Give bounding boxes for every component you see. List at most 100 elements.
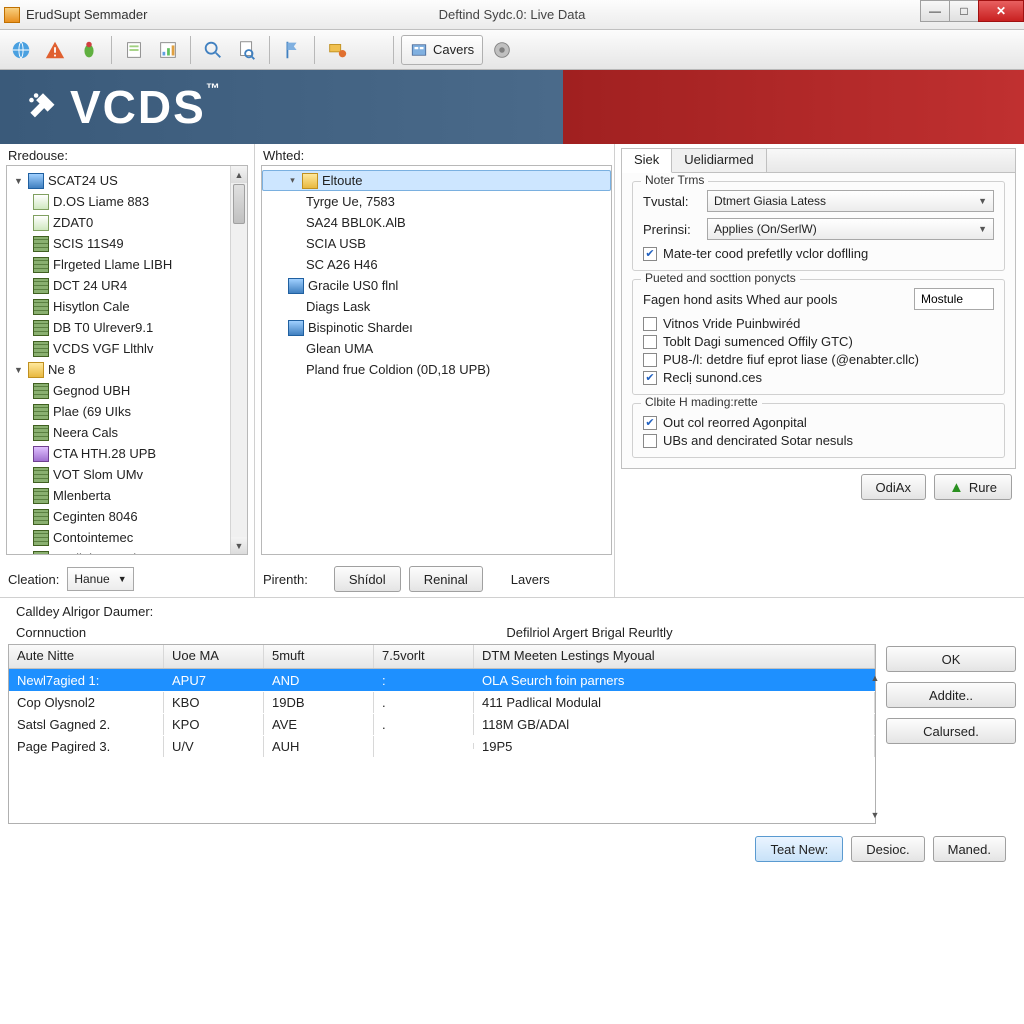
scroll-down-icon[interactable]: ▼ — [231, 537, 247, 554]
tree-item[interactable]: Glean UMA — [262, 338, 611, 359]
scroll-up-icon[interactable]: ▲ — [231, 166, 247, 183]
chk-ubs[interactable] — [643, 434, 657, 448]
tree-item[interactable]: ▼Ne 8 — [7, 359, 247, 380]
maned-button[interactable]: Maned. — [933, 836, 1006, 862]
teat-news-button[interactable]: Teat New: — [755, 836, 843, 862]
ok-button[interactable]: OK — [886, 646, 1016, 672]
stack-icon — [33, 404, 49, 420]
tool-icon[interactable] — [322, 35, 352, 65]
cavers-button[interactable]: Cavers — [401, 35, 483, 65]
cleation-label: Cleation: — [8, 572, 59, 587]
tree-item[interactable]: VCDS VGF Llthlv — [7, 338, 247, 359]
group-pueted-legend: Pueted and socttion ponycts — [641, 271, 800, 285]
tree-item[interactable]: SA24 BBL0K.AlB — [262, 212, 611, 233]
calursed-button[interactable]: Calursed. — [886, 718, 1016, 744]
tree-item[interactable]: Gegnod UBH — [7, 380, 247, 401]
tree-item[interactable]: SC A26 H46 — [262, 254, 611, 275]
cleation-combo[interactable]: Hanue▼ — [67, 567, 133, 591]
tree-item[interactable]: D.OS Liame 883 — [7, 191, 247, 212]
tree-item[interactable]: ZDAT0 — [7, 212, 247, 233]
sheet-icon[interactable] — [119, 35, 149, 65]
tree-item[interactable]: Appliaic Hettel — [7, 548, 247, 555]
tree-item[interactable]: Bispinotic Shardeı — [262, 317, 611, 338]
logo-icon — [20, 84, 66, 130]
col-2[interactable]: 5muft — [264, 645, 374, 668]
calldaer-label: Calldey Alrigor Daumer: — [16, 604, 153, 619]
warning-icon[interactable] — [40, 35, 70, 65]
table-row[interactable]: Cop Olysnol2KBO19DB.411 Padlical Modulal — [9, 691, 875, 713]
middle-tree[interactable]: ▾EltouteTyrge Ue, 7583SA24 BBL0K.AlBSCIA… — [261, 165, 612, 555]
col-0[interactable]: Aute Nitte — [9, 645, 164, 668]
shidol-button[interactable]: Shídol — [334, 566, 401, 592]
close-button[interactable]: ✕ — [978, 0, 1024, 22]
rure-button[interactable]: ▲Rure — [934, 474, 1012, 500]
brand-banner: VCDS™ — [0, 70, 1024, 144]
chk-out[interactable]: ✔ — [643, 416, 657, 430]
flag-icon[interactable] — [277, 35, 307, 65]
fagen-input[interactable] — [914, 288, 994, 310]
maximize-button[interactable]: □ — [949, 0, 979, 22]
chk-tobit[interactable] — [643, 335, 657, 349]
left-tree[interactable]: ▼SCAT24 USD.OS Liame 883ZDAT0SCIS 11S49F… — [6, 165, 248, 555]
reninal-button[interactable]: Reninal — [409, 566, 483, 592]
blue-icon — [28, 173, 44, 189]
gear-icon[interactable] — [487, 35, 517, 65]
blue-icon — [288, 320, 304, 336]
moon-icon[interactable] — [356, 35, 386, 65]
tree-item[interactable]: Plae (69 UIks — [7, 401, 247, 422]
chk-pu8[interactable] — [643, 353, 657, 367]
col-3[interactable]: 7.5vorlt — [374, 645, 474, 668]
globe-icon[interactable] — [6, 35, 36, 65]
tree-item[interactable]: CTA HTH.28 UPB — [7, 443, 247, 464]
tree-item[interactable]: Mlenberta — [7, 485, 247, 506]
col-4[interactable]: DTM Meeten Lestings Myoual — [474, 645, 875, 668]
tree-item[interactable]: VOT Slom UMv — [7, 464, 247, 485]
tab-siek[interactable]: Siek — [622, 149, 672, 173]
tree-item[interactable]: Contointemec — [7, 527, 247, 548]
lavers-label: Lavers — [511, 572, 550, 587]
tree-item[interactable]: DB T0 Ulrever9.1 — [7, 317, 247, 338]
table-row[interactable]: Page Pagired 3.U/VAUH19P5 — [9, 735, 875, 757]
tree-item[interactable]: Ceginten 8046 — [7, 506, 247, 527]
left-scrollbar[interactable]: ▲ ▼ — [230, 166, 247, 554]
scroll-thumb[interactable] — [233, 184, 245, 224]
left-pane: Rredouse: ▼SCAT24 USD.OS Liame 883ZDAT0S… — [0, 144, 255, 597]
tree-item[interactable]: Neera Cals — [7, 422, 247, 443]
tab-uelidiarmed[interactable]: Uelidiarmed — [672, 149, 766, 172]
results-table[interactable]: Aute Nitte Uoe MA 5muft 7.5vorlt DTM Mee… — [8, 644, 876, 824]
minimize-button[interactable]: — — [920, 0, 950, 22]
tree-item[interactable]: SCIS 11S49 — [7, 233, 247, 254]
tvustal-select[interactable]: Dtmert Giasia Latess▼ — [707, 190, 994, 212]
middle-pane-label: Whted: — [255, 144, 614, 165]
tree-item[interactable]: SCIA USB — [262, 233, 611, 254]
prerinsi-select[interactable]: Applies (On/SerlW)▼ — [707, 218, 994, 240]
search-doc-icon[interactable] — [232, 35, 262, 65]
group-noter-legend: Noter Trms — [641, 173, 708, 187]
tree-item[interactable]: Diags Lask — [262, 296, 611, 317]
addite-button[interactable]: Addite.. — [886, 682, 1016, 708]
chart-icon[interactable] — [153, 35, 183, 65]
odiax-button[interactable]: OdiAx — [861, 474, 926, 500]
tree-item[interactable]: Pland frue Coldion (0D,18 UPB) — [262, 359, 611, 380]
prerinsi-label: Prerinsi: — [643, 222, 701, 237]
table-row[interactable]: Newl7agied 1:APU7AND:OLA Seurch foin par… — [9, 669, 875, 691]
tree-item[interactable]: Tyrge Ue, 7583 — [262, 191, 611, 212]
folder-icon — [302, 173, 318, 189]
tree-item[interactable]: ▼SCAT24 US — [7, 170, 247, 191]
tree-item[interactable]: Flrgeted Llame LIBH — [7, 254, 247, 275]
stack-icon — [33, 257, 49, 273]
bug-icon[interactable] — [74, 35, 104, 65]
chk-mate[interactable]: ✔ — [643, 247, 657, 261]
desioc-button[interactable]: Desioc. — [851, 836, 924, 862]
stack-icon — [33, 278, 49, 294]
tree-item[interactable]: Gracile US0 flnl — [262, 275, 611, 296]
tree-item[interactable]: Hisytlon Cale — [7, 296, 247, 317]
chk-recli[interactable]: ✔ — [643, 371, 657, 385]
chk-vitnos[interactable] — [643, 317, 657, 331]
tree-item[interactable]: ▾Eltoute — [262, 170, 611, 191]
search-icon[interactable] — [198, 35, 228, 65]
table-row[interactable]: Satsl Gagned 2.KPOAVE.118M GB/ADAl — [9, 713, 875, 735]
stack-icon — [33, 320, 49, 336]
tree-item[interactable]: DCT 24 UR4 — [7, 275, 247, 296]
col-1[interactable]: Uoe MA — [164, 645, 264, 668]
